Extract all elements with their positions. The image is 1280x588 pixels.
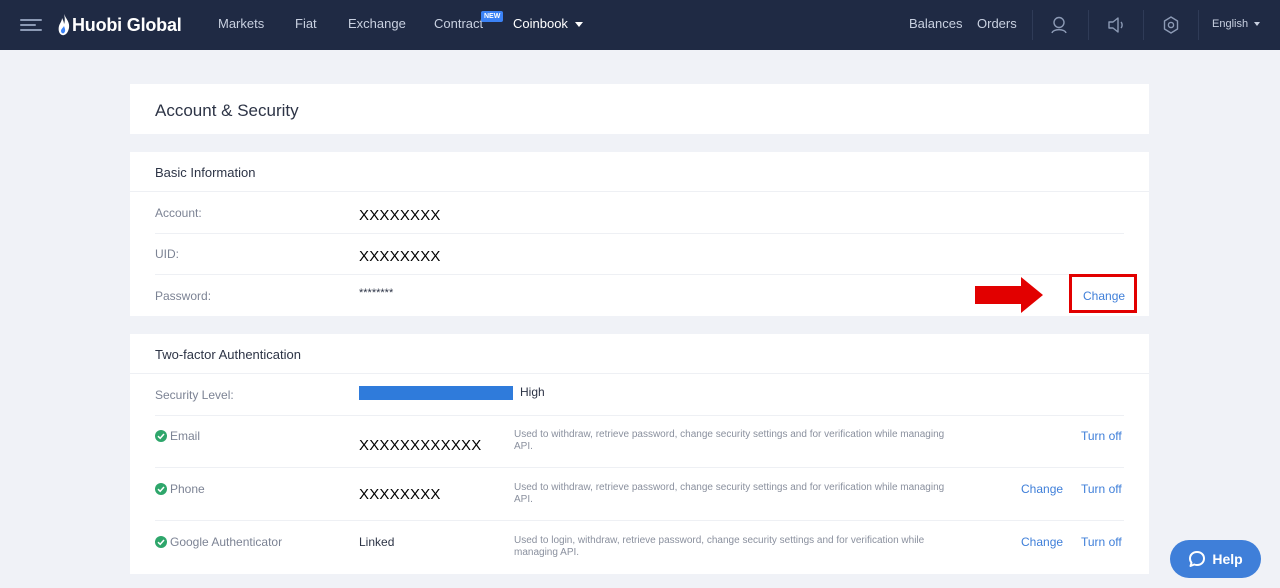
google-authenticator-description: Used to login, withdraw, retrieve passwo… (514, 535, 925, 558)
method-name: Email (170, 429, 201, 443)
user-icon[interactable] (1049, 15, 1069, 35)
new-badge: NEW (481, 11, 504, 22)
language-label: English (1212, 18, 1249, 30)
email-turn-off-link[interactable]: Turn off (1081, 429, 1122, 443)
nav-divider (1198, 10, 1199, 40)
nav-divider (1088, 10, 1089, 40)
uid-label: UID: (155, 247, 179, 261)
brand-logo[interactable]: Huobi Global (58, 12, 182, 38)
language-selector[interactable]: English (1212, 18, 1261, 30)
security-level-fill (359, 386, 513, 400)
method-name: Google Authenticator (170, 535, 283, 549)
menu-icon[interactable] (20, 17, 42, 33)
nav-markets[interactable]: Markets (218, 16, 264, 31)
nav-contract[interactable]: Contract (434, 16, 483, 31)
account-value: XXXXXXXX (359, 207, 441, 224)
nav-coinbook-label: Coinbook (513, 16, 568, 31)
nav-divider (1143, 10, 1144, 40)
chat-bubble-icon (1189, 551, 1206, 567)
password-value: ******** (359, 287, 394, 299)
check-circle-icon (155, 430, 167, 442)
section-title: Two-factor Authentication (155, 347, 301, 362)
nav-balances[interactable]: Balances (909, 16, 962, 31)
section-header: Basic Information (130, 152, 1149, 192)
two-factor-authentication-card: Two-factor Authentication Security Level… (130, 334, 1149, 574)
section-title: Basic Information (155, 165, 256, 180)
phone-description: Used to withdraw, retrieve password, cha… (514, 482, 945, 505)
google-authenticator-value: Linked (359, 535, 395, 549)
google-authenticator-change-link[interactable]: Change (1021, 535, 1063, 549)
row-divider (155, 415, 1124, 416)
highlight-box (1069, 274, 1137, 313)
uid-value: XXXXXXXX (359, 248, 441, 265)
nav-coinbook[interactable]: Coinbook (513, 16, 583, 31)
brand-name: Huobi Global (72, 14, 182, 35)
account-label: Account: (155, 206, 202, 220)
check-circle-icon (155, 536, 167, 548)
phone-turn-off-link[interactable]: Turn off (1081, 482, 1122, 496)
password-label: Password: (155, 289, 212, 303)
help-button[interactable]: Help (1170, 540, 1261, 578)
red-arrow-icon (975, 277, 1043, 313)
speaker-icon[interactable] (1106, 15, 1126, 35)
phone-method-label: Phone (155, 482, 205, 496)
gear-icon[interactable] (1161, 15, 1181, 35)
chevron-down-icon (574, 22, 583, 28)
security-level-bar (359, 386, 513, 400)
check-circle-icon (155, 483, 167, 495)
phone-value: XXXXXXXX (359, 486, 441, 503)
nav-divider (1032, 10, 1033, 40)
nav-orders[interactable]: Orders (977, 16, 1017, 31)
row-divider (155, 520, 1124, 521)
help-label: Help (1212, 551, 1243, 567)
nav-fiat[interactable]: Fiat (295, 16, 317, 31)
flame-logo-icon (58, 14, 70, 36)
row-divider (155, 467, 1124, 468)
email-method-label: Email (155, 429, 200, 443)
email-description: Used to withdraw, retrieve password, cha… (514, 429, 945, 452)
method-name: Phone (170, 482, 205, 496)
google-authenticator-method-label: Google Authenticator (155, 535, 282, 549)
row-divider (155, 274, 1124, 275)
row-divider (155, 233, 1124, 234)
top-navigation-bar: Huobi Global Markets Fiat Exchange Contr… (0, 0, 1280, 50)
google-authenticator-turn-off-link[interactable]: Turn off (1081, 535, 1122, 549)
email-value: XXXXXXXXXXXX (359, 437, 482, 454)
nav-exchange[interactable]: Exchange (348, 16, 406, 31)
page-title-card: Account & Security (130, 84, 1149, 134)
security-level-value: High (520, 385, 545, 399)
phone-change-link[interactable]: Change (1021, 482, 1063, 496)
chevron-down-icon (1254, 22, 1261, 27)
section-header: Two-factor Authentication (130, 334, 1149, 374)
security-level-label: Security Level: (155, 388, 234, 402)
page-title: Account & Security (155, 101, 299, 120)
